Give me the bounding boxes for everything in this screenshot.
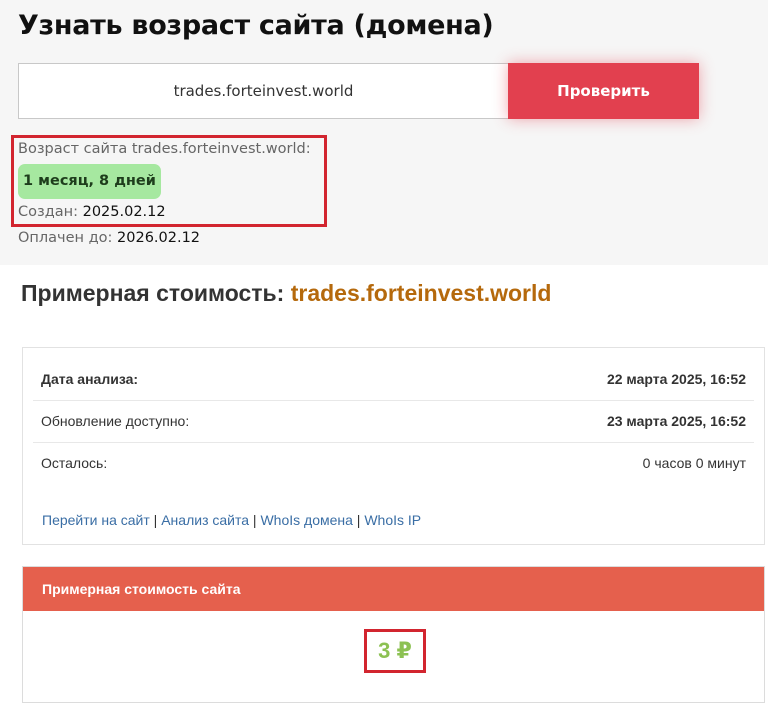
whois-domain-link[interactable]: WhoIs домена <box>260 512 352 528</box>
remaining-label: Осталось: <box>41 455 108 471</box>
site-analysis-link[interactable]: Анализ сайта <box>161 512 249 528</box>
age-days-num: 8 <box>99 173 110 189</box>
link-separator: | <box>149 512 162 528</box>
estimate-title-domain: trades.forteinvest.world <box>290 280 552 306</box>
whois-ip-link[interactable]: WhoIs IP <box>364 512 421 528</box>
link-separator: | <box>249 512 261 528</box>
age-check-section: Узнать возраст сайта (домена) trades.for… <box>0 0 768 265</box>
paid-value: 2026.02.12 <box>117 230 201 246</box>
estimate-title: Примерная стоимость: trades.forteinvest.… <box>21 280 551 307</box>
age-badge: 1 месяц, 8 дней <box>18 164 161 199</box>
link-separator: | <box>352 512 365 528</box>
price-card-header: Примерная стоимость сайта <box>23 567 764 611</box>
update-available-label: Обновление доступно: <box>41 413 190 429</box>
action-links: Перейти на сайт | Анализ сайта | WhoIs д… <box>42 512 421 528</box>
analysis-info-card: Дата анализа: 22 марта 2025, 16:52 Обнов… <box>22 347 765 545</box>
age-months-word: месяц, <box>33 173 100 189</box>
created-date: Создан: 2025.02.12 <box>18 204 166 220</box>
analysis-date-label: Дата анализа: <box>41 371 139 387</box>
update-available-row: Обновление доступно: 23 марта 2025, 16:5… <box>33 401 754 443</box>
estimate-title-prefix: Примерная стоимость: <box>21 280 291 306</box>
analysis-date-row: Дата анализа: 22 марта 2025, 16:52 <box>33 359 754 401</box>
age-days-word: дней <box>109 173 156 189</box>
paid-label: Оплачен до: <box>18 230 118 246</box>
remaining-row: Осталось: 0 часов 0 минут <box>33 443 754 484</box>
remaining-minutes-word: минут <box>703 455 746 471</box>
check-button[interactable]: Проверить <box>508 63 699 119</box>
remaining-hours-word: часов <box>650 455 696 471</box>
age-months-num: 1 <box>23 173 34 189</box>
price-value: 3 ₽ <box>364 629 426 673</box>
analysis-date-value: 22 марта 2025, 16:52 <box>606 371 746 387</box>
paid-until-date: Оплачен до: 2026.02.12 <box>18 230 200 246</box>
domain-input[interactable]: trades.forteinvest.world <box>18 63 508 119</box>
created-label: Создан: <box>18 204 83 220</box>
update-available-value: 23 марта 2025, 16:52 <box>606 413 746 429</box>
age-label: Возраст сайта trades.forteinvest.world: <box>18 141 311 157</box>
remaining-value: 0 часов 0 минут <box>643 443 746 484</box>
price-card: Примерная стоимость сайта 3 ₽ <box>22 566 765 703</box>
created-value: 2025.02.12 <box>82 204 166 220</box>
page-title: Узнать возраст сайта (домена) <box>18 10 494 41</box>
goto-site-link[interactable]: Перейти на сайт <box>42 512 150 528</box>
remaining-minutes-num: 0 <box>695 455 704 471</box>
